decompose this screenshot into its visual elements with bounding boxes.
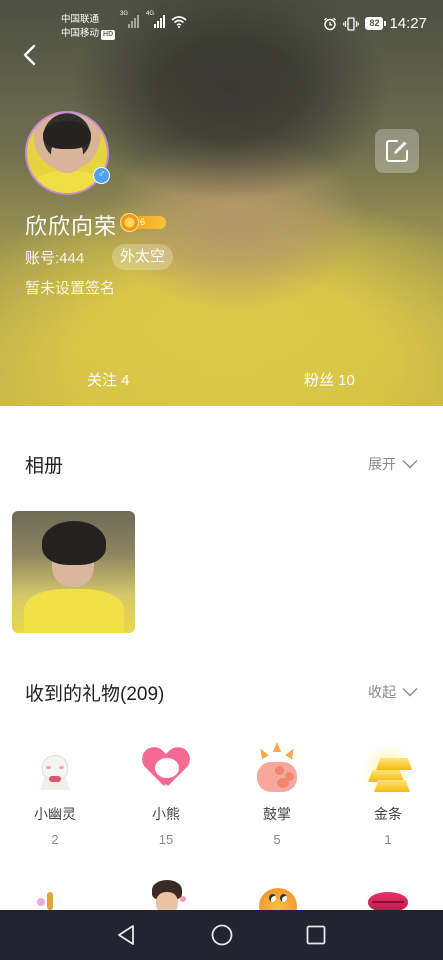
carrier-1: 中国联通 — [61, 14, 100, 25]
chevron-down-icon — [402, 688, 418, 697]
gift-item[interactable]: 小熊 15 — [121, 742, 211, 847]
square-recents-icon — [306, 925, 326, 945]
nav-home-button[interactable] — [209, 922, 235, 948]
gift-name: 金条 — [374, 806, 402, 822]
edit-profile-button[interactable] — [375, 129, 419, 173]
ghost-icon — [27, 742, 83, 798]
gifts-collapse-button[interactable]: 收起 — [368, 682, 418, 702]
region-tag: 外太空 — [112, 244, 174, 270]
carrier-info: 中国联通 中国移动 HD — [61, 13, 116, 41]
profile-header — [0, 0, 443, 406]
alarm-icon — [324, 17, 337, 30]
gift-item[interactable]: 金条 1 — [343, 742, 433, 847]
gold-bar-icon — [360, 742, 416, 798]
wifi-icon — [171, 16, 187, 28]
back-button[interactable] — [18, 40, 44, 70]
gift-name: 小幽灵 — [34, 806, 76, 822]
gift-item[interactable]: 小幽灵 2 — [10, 742, 100, 847]
back-arrow-icon — [23, 44, 36, 66]
album-expand-label: 展开 — [368, 456, 396, 472]
album-photo[interactable] — [12, 511, 135, 633]
triangle-back-icon — [118, 925, 134, 945]
edit-icon — [386, 140, 408, 162]
hd-badge: HD — [101, 30, 116, 40]
fans-count[interactable]: 粉丝 10 — [304, 369, 355, 390]
network-type-1: 3G — [120, 11, 129, 17]
gifts-title: 收到的礼物(209) — [25, 684, 165, 705]
album-title: 相册 — [25, 456, 64, 477]
chevron-down-icon — [402, 460, 418, 469]
level-number: 6 — [140, 217, 146, 227]
gifts-collapse-label: 收起 — [368, 684, 396, 700]
nav-recents-button[interactable] — [303, 922, 329, 948]
carrier-2: 中国移动 — [61, 28, 100, 39]
gift-name: 小熊 — [152, 806, 180, 822]
male-icon: ♂ — [93, 167, 110, 184]
gift-name: 鼓掌 — [263, 806, 291, 822]
gift-count: 2 — [51, 832, 59, 847]
status-bar: 中国联通 中国移动 HD 3G 4G 82 14:27 — [0, 0, 443, 48]
vibrate-icon — [343, 16, 360, 31]
system-nav-bar — [0, 910, 443, 960]
gift-item[interactable]: 鼓掌 5 — [232, 742, 322, 847]
gift-count: 15 — [158, 832, 174, 847]
network-type-2: 4G — [146, 11, 155, 17]
circle-home-icon — [211, 924, 233, 946]
gift-count: 5 — [273, 832, 281, 847]
album-expand-button[interactable]: 展开 — [368, 454, 418, 474]
signature: 暂未设置签名 — [25, 280, 116, 297]
bear-heart-icon — [138, 742, 194, 798]
following-count[interactable]: 关注 4 — [87, 369, 130, 390]
clap-paw-icon — [249, 742, 305, 798]
signal-icon: 3G — [120, 11, 139, 28]
signal-icon: 4G — [146, 11, 165, 28]
medal-icon — [120, 213, 139, 232]
gift-count: 1 — [384, 832, 392, 847]
level-badge: 6 — [120, 213, 168, 232]
nav-back-button[interactable] — [114, 922, 140, 948]
status-time: 14:27 — [389, 15, 427, 32]
nickname: 欣欣向荣 — [25, 214, 118, 239]
battery-indicator: 82 — [365, 17, 387, 30]
account-id: 账号:444 — [25, 250, 85, 267]
